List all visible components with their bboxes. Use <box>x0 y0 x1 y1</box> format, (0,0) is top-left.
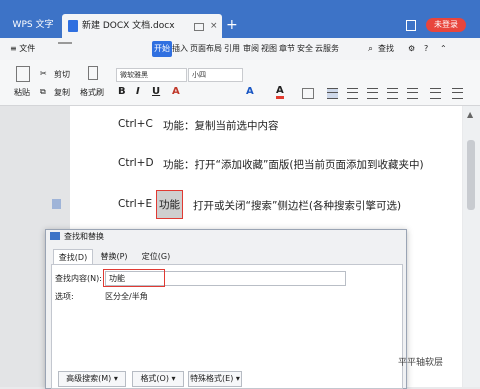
copy-icon[interactable]: ⧉ <box>40 87 46 97</box>
options-label: 选项: <box>55 292 74 301</box>
menu-start[interactable]: 开始 <box>152 41 172 57</box>
paste-icon[interactable] <box>16 66 30 82</box>
align-center-icon[interactable] <box>347 88 358 99</box>
align-right-icon[interactable] <box>367 88 378 99</box>
find-input-highlight <box>103 269 165 287</box>
new-tab-icon[interactable]: + <box>226 14 238 36</box>
file-menu[interactable]: ≡ 文件 <box>10 38 35 60</box>
menu-security[interactable]: 安全 <box>297 38 313 60</box>
dialog-title: 查找和替换 <box>64 232 104 241</box>
dialog-icon <box>50 232 60 240</box>
paste-button[interactable]: 粘贴 <box>14 87 30 98</box>
search-label[interactable]: 查找 <box>378 38 394 60</box>
shortcut-key-c: Ctrl+C <box>118 118 153 130</box>
app-tab[interactable]: WPS 文字 <box>8 14 58 36</box>
align-left-icon[interactable] <box>327 88 338 99</box>
menu-cloud[interactable]: 云服务 <box>315 38 339 60</box>
cut-icon[interactable]: ✂ <box>40 69 47 78</box>
format-painter-icon[interactable] <box>88 66 98 80</box>
format-painter-button[interactable]: 格式刷 <box>80 87 104 98</box>
align-justify-icon[interactable] <box>387 88 398 99</box>
font-size-select[interactable]: 小四 <box>188 68 243 82</box>
paragraph-handle-icon[interactable] <box>52 199 61 209</box>
menu-section[interactable]: 章节 <box>279 38 295 60</box>
window-icon[interactable] <box>406 20 416 31</box>
settings-icon[interactable]: ⚙ <box>408 38 415 60</box>
cut-button[interactable]: 剪切 <box>54 69 70 80</box>
format-button[interactable]: 格式(O) ▾ <box>132 371 184 387</box>
options-value: 区分全/半角 <box>105 292 148 301</box>
special-format-button[interactable]: 特殊格式(E) ▾ <box>188 371 242 387</box>
copy-button[interactable]: 复制 <box>54 87 70 98</box>
help-icon[interactable]: ? <box>424 38 428 60</box>
menu-references[interactable]: 引用 <box>224 38 240 60</box>
menu-review[interactable]: 审阅 <box>243 38 259 60</box>
menu-view[interactable]: 视图 <box>261 38 277 60</box>
italic-button[interactable]: I <box>136 86 140 97</box>
watermark: 平平轴软层 <box>398 358 444 368</box>
font-name-select[interactable]: 微软雅黑 <box>116 68 187 82</box>
close-tab-icon[interactable]: × <box>210 14 218 38</box>
login-button[interactable]: 未登录 <box>426 18 466 32</box>
shortcut-desc-c: 功能：复制当前选中内容 <box>163 120 279 132</box>
border-icon[interactable] <box>302 88 314 99</box>
more-icon[interactable]: ⌃ <box>440 38 447 60</box>
monitor-icon[interactable] <box>194 23 204 31</box>
font-effect-button[interactable]: A <box>172 86 180 97</box>
distributed-icon[interactable] <box>407 88 418 99</box>
scroll-thumb[interactable] <box>467 140 475 210</box>
document-tab[interactable]: 新建 DOCX 文档.docx × <box>62 14 222 38</box>
document-tab-label: 新建 DOCX 文档.docx <box>82 21 175 31</box>
underline-button[interactable]: U <box>152 86 160 97</box>
save-icon[interactable] <box>58 42 72 44</box>
font-color-button[interactable]: A <box>246 86 254 97</box>
tab-find[interactable]: 查找(D) <box>53 249 93 265</box>
menu-layout[interactable]: 页面布局 <box>190 38 222 60</box>
bold-button[interactable]: B <box>118 86 126 97</box>
font-color-red-button[interactable]: A <box>276 86 284 99</box>
menu-bar: ≡ 文件 开始 插入 页面布局 引用 审阅 视图 章节 安全 云服务 ⌕ 查找 … <box>0 38 480 61</box>
tab-replace[interactable]: 替换(P) <box>95 249 133 264</box>
shortcut-desc-e: 打开或关闭“搜索”侧边栏(各种搜索引擎可选) <box>193 200 402 212</box>
shortcut-key-d: Ctrl+D <box>118 157 154 169</box>
search-icon[interactable]: ⌕ <box>368 38 373 60</box>
advanced-search-button[interactable]: 高级搜索(M) ▾ <box>58 371 126 387</box>
ribbon-toolbar: 粘贴 ✂ 剪切 ⧉ 复制 格式刷 微软雅黑 小四 B I U A A A <box>0 60 480 106</box>
shortcut-desc-d: 功能：打开“添加收藏”面版(把当前页面添加到收藏夹中) <box>163 159 424 171</box>
tab-goto[interactable]: 定位(G) <box>137 249 175 264</box>
highlighted-match: 功能 <box>156 190 183 219</box>
shortcut-key-e: Ctrl+E <box>118 198 153 210</box>
scroll-up-icon[interactable]: ▲ <box>467 110 473 119</box>
menu-insert[interactable]: 插入 <box>172 38 188 60</box>
document-icon <box>68 20 78 32</box>
line-spacing-icon[interactable] <box>430 88 441 99</box>
find-label: 查找内容(N): <box>55 274 102 283</box>
shading-icon[interactable] <box>452 88 463 99</box>
